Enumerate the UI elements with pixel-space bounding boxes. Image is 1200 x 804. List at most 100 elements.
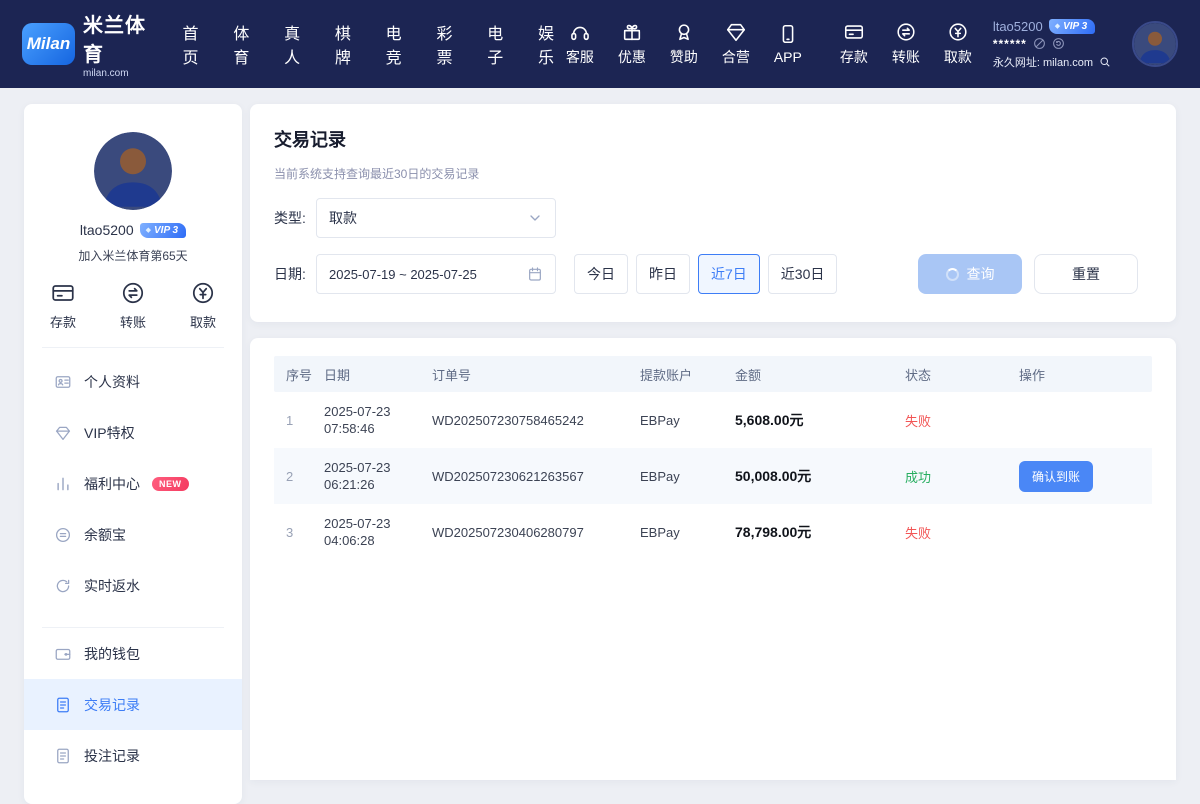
document-icon <box>54 696 72 714</box>
sidebar-item-welfare[interactable]: 福利中心 NEW <box>24 458 242 509</box>
balance-masked: ****** <box>993 37 1027 51</box>
sidebar-item-wallet[interactable]: 我的钱包 <box>24 628 242 679</box>
headset-icon <box>569 21 591 43</box>
amount: 5,608.00元 <box>735 410 905 430</box>
logo[interactable]: Milan 米兰体育 milan.com <box>22 9 153 79</box>
order-number: WD202507230406280797 <box>432 525 640 540</box>
partnership-button[interactable]: 合营 <box>717 21 755 67</box>
profile-vip-badge: VIP 3 <box>140 223 186 238</box>
search-button[interactable]: 查询 <box>918 254 1022 294</box>
main-nav: 首页 体育 真人 棋牌 电竞 彩票 电子 娱乐 <box>183 20 561 68</box>
divider <box>42 347 224 348</box>
withdraw-account: EBPay <box>640 413 735 428</box>
table-header-row: 序号 日期 订单号 提款账户 金额 状态 操作 <box>274 356 1152 392</box>
wallet-icon <box>54 645 72 663</box>
nav-item-casino[interactable]: 娱乐 <box>538 20 561 68</box>
sidebar-item-bets[interactable]: 投注记录 <box>24 730 242 781</box>
quick-date-7days[interactable]: 近7日 <box>698 254 760 294</box>
quick-date-today[interactable]: 今日 <box>574 254 628 294</box>
quick-date-yesterday[interactable]: 昨日 <box>636 254 690 294</box>
bank-card-icon <box>843 21 865 43</box>
avatar-image <box>1134 23 1176 65</box>
quick-date-30days[interactable]: 近30日 <box>768 254 838 294</box>
phone-icon <box>777 23 799 45</box>
medal-icon <box>673 21 695 43</box>
coin-icon <box>947 21 969 43</box>
col-amount: 金额 <box>735 365 905 384</box>
transfer-icon <box>895 21 917 43</box>
sidebar-item-profile[interactable]: 个人资料 <box>24 356 242 407</box>
nav-item-sports[interactable]: 体育 <box>233 20 256 68</box>
promotions-button[interactable]: 优惠 <box>613 21 651 67</box>
search-icon[interactable] <box>1099 56 1111 68</box>
calendar-icon <box>527 266 543 282</box>
status-badge: 失败 <box>905 411 1019 430</box>
order-number: WD202507230758465242 <box>432 413 640 428</box>
nav-item-live[interactable]: 真人 <box>284 20 307 68</box>
username[interactable]: ltao5200 <box>993 19 1043 34</box>
withdraw-button-top[interactable]: 取款 <box>939 21 977 67</box>
filter-panel: 交易记录 当前系统支持查询最近30日的交易记录 类型: 取款 日期: 2025-… <box>250 104 1176 322</box>
sidebar-item-yuebao[interactable]: 余额宝 <box>24 509 242 560</box>
sidebar-item-transactions[interactable]: 交易记录 <box>24 679 242 730</box>
refresh-icon <box>54 577 72 595</box>
nav-item-home[interactable]: 首页 <box>183 20 206 68</box>
quick-date-group: 今日 昨日 近7日 近30日 <box>574 254 837 294</box>
confirm-received-button[interactable]: 确认到账 <box>1019 461 1093 492</box>
col-date: 日期 <box>324 365 432 384</box>
logo-subtitle: milan.com <box>83 68 153 79</box>
sidebar-item-vip[interactable]: VIP特权 <box>24 407 242 458</box>
withdraw-account: EBPay <box>640 469 735 484</box>
table-row: 1 2025-07-23 07:58:46 WD2025072307584652… <box>274 392 1152 448</box>
loading-spinner-icon <box>946 268 959 281</box>
page-subtitle: 当前系统支持查询最近30日的交易记录 <box>274 165 1152 182</box>
amount: 78,798.00元 <box>735 522 905 542</box>
nav-item-esports[interactable]: 电竞 <box>386 20 409 68</box>
sidebar-item-rebate[interactable]: 实时返水 <box>24 560 242 611</box>
sidebar-deposit-button[interactable]: 存款 <box>50 280 76 331</box>
wallet-icon <box>50 280 76 306</box>
col-index: 序号 <box>274 365 324 384</box>
date-range-input[interactable]: 2025-07-19 ~ 2025-07-25 <box>316 254 556 294</box>
nav-item-board[interactable]: 棋牌 <box>335 20 358 68</box>
deposit-button-top[interactable]: 存款 <box>835 21 873 67</box>
transfer-button-top[interactable]: 转账 <box>887 21 925 67</box>
type-select[interactable]: 取款 <box>316 198 556 238</box>
transactions-table-panel: 序号 日期 订单号 提款账户 金额 状态 操作 1 2025-07-23 07:… <box>250 338 1176 780</box>
piggy-bank-icon <box>54 526 72 544</box>
profile-avatar[interactable] <box>94 132 172 210</box>
page-title: 交易记录 <box>274 126 1152 152</box>
table-row: 2 2025-07-23 06:21:26 WD2025072306212635… <box>274 448 1152 504</box>
navbar-quick-actions: 客服 优惠 赞助 合营 APP 存款 转账 取款 <box>561 21 977 67</box>
id-card-icon <box>54 373 72 391</box>
nav-item-lottery[interactable]: 彩票 <box>436 20 459 68</box>
eye-off-icon[interactable] <box>1033 37 1046 50</box>
nav-item-slots[interactable]: 电子 <box>487 20 510 68</box>
withdraw-account: EBPay <box>640 525 735 540</box>
avatar[interactable] <box>1132 21 1178 67</box>
gem-icon <box>54 424 72 442</box>
table-row: 3 2025-07-23 04:06:28 WD2025072304062807… <box>274 504 1152 560</box>
profile-username: ltao5200 <box>80 222 134 238</box>
document-pencil-icon <box>54 747 72 765</box>
profile-avatar-image <box>94 132 172 210</box>
sidebar-menu: 个人资料 VIP特权 福利中心 NEW 余额宝 实时返水 我的钱包 交易记录 <box>24 356 242 781</box>
sponsor-button[interactable]: 赞助 <box>665 21 703 67</box>
reset-button[interactable]: 重置 <box>1034 254 1138 294</box>
logo-icon: Milan <box>22 23 75 65</box>
top-navbar: Milan 米兰体育 milan.com 首页 体育 真人 棋牌 电竞 彩票 电… <box>0 0 1200 88</box>
permanent-url-label: 永久网址: milan.com <box>993 54 1093 70</box>
vip-badge: VIP 3 <box>1049 19 1095 34</box>
logo-title: 米兰体育 <box>83 9 153 67</box>
user-info-block: ltao5200 VIP 3 ****** 永久网址: milan.com <box>993 19 1120 70</box>
order-number: WD202507230621263567 <box>432 469 640 484</box>
sidebar-withdraw-button[interactable]: 取款 <box>190 280 216 331</box>
refresh-balance-icon[interactable] <box>1052 37 1065 50</box>
sidebar-transfer-button[interactable]: 转账 <box>120 280 146 331</box>
sidebar: ltao5200 VIP 3 加入米兰体育第65天 存款 转账 取款 个人资料 … <box>24 104 242 804</box>
customer-service-button[interactable]: 客服 <box>561 21 599 67</box>
app-download-button[interactable]: APP <box>769 23 807 65</box>
bar-chart-icon <box>54 475 72 493</box>
transfer-icon <box>120 280 146 306</box>
col-status: 状态 <box>905 365 1019 384</box>
